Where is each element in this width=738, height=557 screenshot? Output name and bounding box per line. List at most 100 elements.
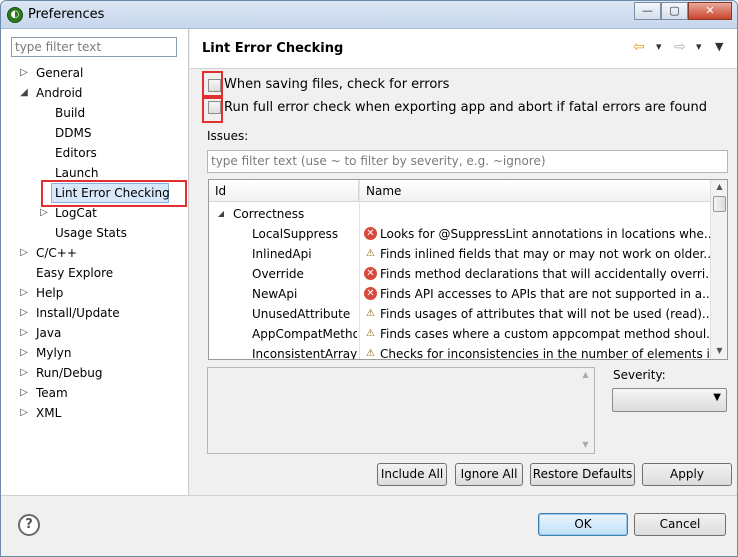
tree-item[interactable]: ◢ Android bbox=[1, 83, 187, 103]
expand-arrow-icon[interactable]: ▷ bbox=[19, 283, 29, 303]
back-arrow-icon[interactable]: ⇦ bbox=[633, 39, 645, 55]
window-title: Preferences bbox=[28, 7, 105, 22]
ok-button[interactable]: OK bbox=[538, 513, 628, 536]
scroll-up-arrow-icon[interactable]: ▲ bbox=[711, 182, 727, 191]
chevron-down-icon: ▼ bbox=[713, 392, 721, 403]
tree-item[interactable]: ▷ Team bbox=[1, 383, 187, 403]
sidebar: type filter text ▷ General ◢ Android Build DD… bbox=[1, 29, 189, 495]
tree-item-label: Mylyn bbox=[36, 346, 72, 360]
table-row[interactable]: LocalSuppress ✕ Looks for @SuppressLint an… bbox=[209, 224, 710, 244]
minimize-button[interactable]: — bbox=[634, 2, 661, 20]
ignore-all-button[interactable]: Ignore All bbox=[455, 463, 523, 486]
table-row[interactable]: AppCompatMetho ⚠ Finds cases where a custo… bbox=[209, 324, 710, 344]
close-button[interactable]: ✕ bbox=[688, 2, 732, 20]
cancel-button[interactable]: Cancel bbox=[634, 513, 726, 536]
column-header-name[interactable]: Name bbox=[360, 180, 710, 202]
tree-item-label: LogCat bbox=[55, 206, 97, 220]
check-on-export-checkbox[interactable] bbox=[208, 101, 221, 114]
title-bar[interactable]: ◐ Preferences — ▢ ✕ bbox=[1, 1, 737, 29]
scroll-down-arrow-icon[interactable]: ▼ bbox=[711, 346, 727, 355]
preference-page: Lint Error Checking ⇦ ▾ ⇨ ▾ ▼ When savin… bbox=[190, 29, 737, 495]
tree-item[interactable]: ▷ XML bbox=[1, 403, 187, 423]
table-scrollbar[interactable]: ▲ ▼ bbox=[710, 180, 727, 359]
issues-filter-input[interactable]: type filter text (use ~ to filter by sev… bbox=[207, 150, 728, 173]
issue-name: Checks for inconsistencies in the number… bbox=[380, 347, 710, 360]
tree-item-label: Android bbox=[36, 86, 83, 100]
expand-arrow-icon[interactable]: ▷ bbox=[39, 203, 49, 223]
tree-item-label: Team bbox=[36, 386, 68, 400]
description-scrollbar[interactable]: ▲ ▼ bbox=[577, 368, 594, 453]
expand-arrow-icon[interactable]: ◢ bbox=[19, 83, 29, 103]
restore-defaults-button[interactable]: Restore Defaults bbox=[530, 463, 635, 486]
eclipse-icon: ◐ bbox=[7, 7, 23, 23]
help-icon[interactable]: ? bbox=[18, 514, 40, 536]
expand-arrow-icon[interactable]: ▷ bbox=[19, 243, 29, 263]
issue-id: LocalSuppress bbox=[252, 227, 339, 241]
table-row[interactable]: InlinedApi ⚠ Finds inlined fields that may… bbox=[209, 244, 710, 264]
expand-arrow-icon[interactable]: ▷ bbox=[19, 63, 29, 83]
tree-item[interactable]: Usage Stats bbox=[1, 223, 187, 243]
apply-button[interactable]: Apply bbox=[642, 463, 732, 486]
tree-item-label: Launch bbox=[55, 166, 99, 180]
sidebar-filter-input[interactable]: type filter text bbox=[11, 37, 177, 57]
scroll-thumb[interactable] bbox=[713, 196, 726, 212]
check-on-export-label: Run full error check when exporting app … bbox=[224, 100, 708, 115]
tree-item[interactable]: ▷ LogCat bbox=[1, 203, 187, 223]
scroll-up-arrow-icon[interactable]: ▲ bbox=[577, 370, 594, 379]
table-row[interactable]: Override ✕ Finds method declarations that … bbox=[209, 264, 710, 284]
tree-item-label: Run/Debug bbox=[36, 366, 103, 380]
tree-item-label: Editors bbox=[55, 146, 97, 160]
tree-item[interactable]: ▷ Help bbox=[1, 283, 187, 303]
table-row[interactable]: NewApi ✕ Finds API accesses to APIs that a… bbox=[209, 284, 710, 304]
preferences-window: ◐ Preferences — ▢ ✕ type filter text ▷ Ge… bbox=[0, 0, 738, 557]
issues-label: Issues: bbox=[207, 129, 249, 143]
tree-item[interactable]: Build bbox=[1, 103, 187, 123]
issue-description-area[interactable]: ▲ ▼ bbox=[207, 367, 595, 454]
table-row[interactable]: InconsistentArrays ⚠ Checks for inconsiste… bbox=[209, 344, 710, 360]
expand-arrow-icon[interactable]: ▷ bbox=[19, 343, 29, 363]
warning-icon: ⚠ bbox=[366, 348, 375, 359]
tree-item[interactable]: ▷ Run/Debug bbox=[1, 363, 187, 383]
tree-item[interactable]: Editors bbox=[1, 143, 187, 163]
tree-item[interactable]: ▷ Install/Update bbox=[1, 303, 187, 323]
issue-name: Finds API accesses to APIs that are not … bbox=[380, 287, 710, 301]
forward-menu-icon[interactable]: ▾ bbox=[696, 39, 702, 55]
page-title: Lint Error Checking bbox=[202, 41, 344, 56]
tree-item[interactable]: ▷ C/C++ bbox=[1, 243, 187, 263]
back-menu-icon[interactable]: ▾ bbox=[656, 39, 662, 55]
error-icon: ✕ bbox=[364, 227, 377, 240]
warning-icon: ⚠ bbox=[366, 328, 375, 339]
column-header-id[interactable]: Id bbox=[209, 180, 359, 202]
tree-item[interactable]: Easy Explore bbox=[1, 263, 187, 283]
tree-item[interactable]: DDMS bbox=[1, 123, 187, 143]
view-menu-icon[interactable]: ▼ bbox=[715, 39, 723, 55]
expand-arrow-icon[interactable]: ▷ bbox=[19, 403, 29, 423]
table-row[interactable]: UnusedAttribute ⚠ Finds usages of attribut… bbox=[209, 304, 710, 324]
category-row[interactable]: ◢ Correctness bbox=[209, 204, 710, 224]
issue-id: Override bbox=[252, 267, 304, 281]
expand-arrow-icon[interactable]: ▷ bbox=[19, 363, 29, 383]
warning-icon: ⚠ bbox=[366, 308, 375, 319]
tree-item[interactable]: ▷ General bbox=[1, 63, 187, 83]
forward-arrow-icon[interactable]: ⇨ bbox=[674, 39, 686, 55]
tree-item[interactable]: ▷ Mylyn bbox=[1, 343, 187, 363]
page-header: Lint Error Checking ⇦ ▾ ⇨ ▾ ▼ bbox=[190, 29, 737, 69]
maximize-button[interactable]: ▢ bbox=[661, 2, 688, 20]
tree-item-label: Install/Update bbox=[36, 306, 120, 320]
expand-arrow-icon[interactable]: ▷ bbox=[19, 383, 29, 403]
issue-id: InconsistentArrays bbox=[252, 347, 357, 360]
tree-item[interactable]: ▷ Java bbox=[1, 323, 187, 343]
include-all-button[interactable]: Include All bbox=[377, 463, 447, 486]
error-icon: ✕ bbox=[364, 287, 377, 300]
tree-item[interactable]: Launch bbox=[1, 163, 187, 183]
check-on-save-checkbox[interactable] bbox=[208, 79, 221, 92]
category-label: Correctness bbox=[233, 207, 305, 221]
expand-arrow-icon[interactable]: ▷ bbox=[19, 323, 29, 343]
expand-arrow-icon[interactable]: ▷ bbox=[19, 303, 29, 323]
expand-arrow-icon[interactable]: ◢ bbox=[216, 204, 226, 224]
scroll-down-arrow-icon[interactable]: ▼ bbox=[577, 440, 594, 449]
tree-item[interactable]: Lint Error Checking bbox=[1, 183, 187, 203]
severity-dropdown[interactable]: ▼ bbox=[612, 388, 727, 412]
issue-name: Finds method declarations that will acci… bbox=[380, 267, 710, 281]
tree-item-label: C/C++ bbox=[36, 246, 77, 260]
